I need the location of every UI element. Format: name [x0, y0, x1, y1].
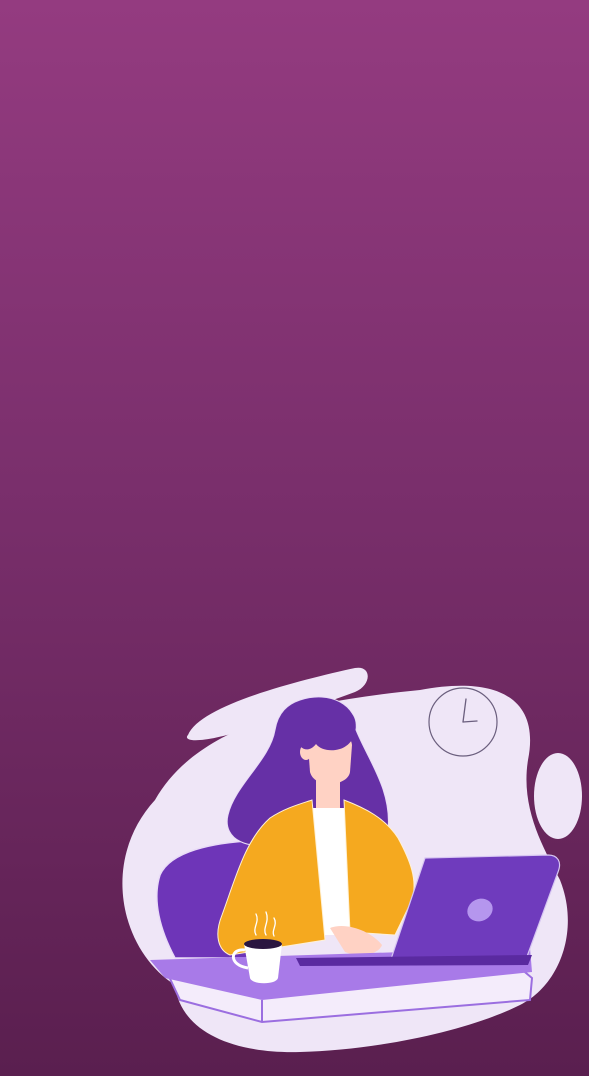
- screen: [0, 0, 589, 1076]
- floating-shape-right: [534, 753, 582, 839]
- woman-at-laptop-illustration: [122, 667, 582, 1053]
